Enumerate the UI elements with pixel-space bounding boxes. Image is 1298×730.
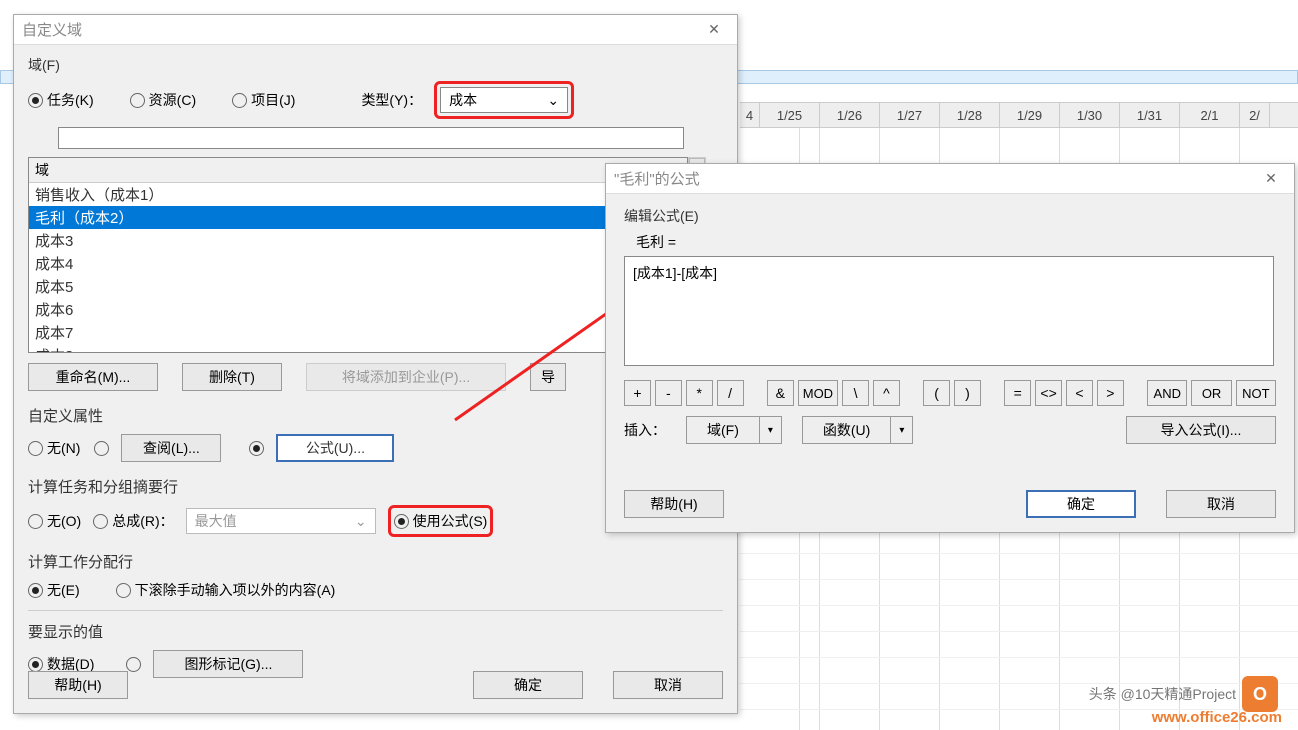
- op-lt-button[interactable]: <: [1066, 380, 1093, 406]
- type-dropdown[interactable]: 成本 ⌄: [440, 87, 568, 113]
- calc-assignment-header: 计算工作分配行: [28, 551, 723, 572]
- op-or-button[interactable]: OR: [1191, 380, 1231, 406]
- dialog-titlebar: 自定义域 ✕: [14, 15, 737, 45]
- date-col: 1/31: [1120, 103, 1180, 127]
- date-col: 1/30: [1060, 103, 1120, 127]
- op-eq-button[interactable]: =: [1004, 380, 1031, 406]
- op-gt-button[interactable]: >: [1097, 380, 1124, 406]
- date-col: 4: [740, 103, 760, 127]
- op-not-button[interactable]: NOT: [1236, 380, 1276, 406]
- radio-project[interactable]: 项目(J): [232, 90, 295, 110]
- watermark-url: www.office26.com: [1152, 709, 1282, 726]
- insert-label: 插入：: [624, 420, 666, 440]
- edit-formula-label: 编辑公式(E): [624, 206, 1276, 226]
- list-item[interactable]: 成本5: [29, 275, 687, 298]
- dialog-title: 自定义域: [22, 19, 82, 40]
- date-col: 1/28: [940, 103, 1000, 127]
- op-rparen-button[interactable]: ): [954, 380, 981, 406]
- radio-attr-formula[interactable]: [249, 441, 264, 456]
- add-enterprise-button: 将域添加到企业(P)...: [306, 363, 506, 391]
- date-col: 2/1: [1180, 103, 1240, 127]
- radio-attr-lookup[interactable]: [94, 441, 109, 456]
- formula-button[interactable]: 公式(U)...: [276, 434, 394, 462]
- list-item[interactable]: 成本3: [29, 229, 687, 252]
- help-button[interactable]: 帮助(H): [28, 671, 128, 699]
- type-highlight: 成本 ⌄: [434, 81, 574, 119]
- import-button[interactable]: 导: [530, 363, 566, 391]
- radio-resource[interactable]: 资源(C): [130, 90, 196, 110]
- operator-row: + - * / & MOD \ ^ ( ) = <> < > AND OR NO…: [624, 380, 1276, 406]
- rollup-combo[interactable]: 最大值⌄: [186, 508, 376, 534]
- list-item[interactable]: 成本8: [29, 344, 687, 353]
- dialog-title: "毛利"的公式: [614, 168, 700, 189]
- import-formula-button[interactable]: 导入公式(I)...: [1126, 416, 1276, 444]
- op-div-button[interactable]: /: [717, 380, 744, 406]
- field-name-input[interactable]: [58, 127, 684, 149]
- close-button[interactable]: ✕: [699, 19, 729, 41]
- chevron-down-icon: ⌄: [547, 92, 559, 109]
- cancel-button[interactable]: 取消: [1166, 490, 1276, 518]
- radio-calc-none[interactable]: 无(O): [28, 511, 81, 531]
- op-caret-button[interactable]: ^: [873, 380, 900, 406]
- op-and-button[interactable]: AND: [1147, 380, 1187, 406]
- logo-icon: O: [1242, 676, 1278, 712]
- help-button[interactable]: 帮助(H): [624, 490, 724, 518]
- display-header: 要显示的值: [28, 621, 723, 642]
- delete-button[interactable]: 删除(T): [182, 363, 282, 391]
- op-mult-button[interactable]: *: [686, 380, 713, 406]
- radio-calc-rollup[interactable]: 总成(R)：: [93, 511, 173, 531]
- op-lparen-button[interactable]: (: [923, 380, 950, 406]
- use-formula-highlight: 使用公式(S): [388, 505, 494, 537]
- chevron-down-icon: ▾: [760, 416, 782, 444]
- op-amp-button[interactable]: &: [767, 380, 794, 406]
- chevron-down-icon: ⌄: [355, 513, 367, 530]
- radio-display-graphic[interactable]: [126, 657, 141, 672]
- date-col: 1/27: [880, 103, 940, 127]
- date-col: 2/: [1240, 103, 1270, 127]
- formula-textarea[interactable]: [成本1]-[成本]: [624, 256, 1274, 366]
- type-label: 类型(Y)：: [361, 90, 422, 110]
- insert-function-button[interactable]: 函数(U)▾: [802, 416, 913, 444]
- dialog-titlebar: "毛利"的公式 ✕: [606, 164, 1294, 194]
- rename-button[interactable]: 重命名(M)...: [28, 363, 158, 391]
- field-label: 域(F): [28, 55, 723, 75]
- radio-use-formula[interactable]: 使用公式(S): [394, 511, 488, 531]
- radio-assign-none[interactable]: 无(E): [28, 580, 80, 600]
- list-item[interactable]: 成本7: [29, 321, 687, 344]
- lookup-button[interactable]: 查阅(L)...: [121, 434, 221, 462]
- radio-assign-rolldown[interactable]: 下滚除手动输入项以外的内容(A): [116, 580, 336, 600]
- list-item[interactable]: 毛利（成本2）: [29, 206, 687, 229]
- cancel-button[interactable]: 取消: [613, 671, 723, 699]
- list-item[interactable]: 成本6: [29, 298, 687, 321]
- list-item[interactable]: 销售收入（成本1）: [29, 183, 687, 206]
- field-listbox[interactable]: 域 销售收入（成本1） 毛利（成本2） 成本3 成本4 成本5 成本6 成本7 …: [28, 157, 688, 353]
- ok-button[interactable]: 确定: [473, 671, 583, 699]
- op-ne-button[interactable]: <>: [1035, 380, 1062, 406]
- op-minus-button[interactable]: -: [655, 380, 682, 406]
- date-col: 1/26: [820, 103, 880, 127]
- list-item[interactable]: 成本4: [29, 252, 687, 275]
- insert-field-button[interactable]: 域(F)▾: [686, 416, 782, 444]
- radio-task[interactable]: 任务(K): [28, 90, 94, 110]
- chevron-down-icon: ▾: [891, 416, 913, 444]
- date-header-row: 4 1/25 1/26 1/27 1/28 1/29 1/30 1/31 2/1…: [740, 102, 1298, 128]
- field-equals: 毛利 =: [636, 232, 1276, 252]
- ok-button[interactable]: 确定: [1026, 490, 1136, 518]
- close-button[interactable]: ✕: [1256, 168, 1286, 190]
- list-header: 域: [29, 158, 687, 183]
- op-mod-button[interactable]: MOD: [798, 380, 838, 406]
- op-backslash-button[interactable]: \: [842, 380, 869, 406]
- radio-attr-none[interactable]: 无(N): [28, 438, 80, 458]
- date-col: 1/25: [760, 103, 820, 127]
- formula-dialog: "毛利"的公式 ✕ 编辑公式(E) 毛利 = [成本1]-[成本] + - * …: [605, 163, 1295, 533]
- op-plus-button[interactable]: +: [624, 380, 651, 406]
- watermark: 头条 @10天精通Project O: [1089, 676, 1278, 712]
- date-col: 1/29: [1000, 103, 1060, 127]
